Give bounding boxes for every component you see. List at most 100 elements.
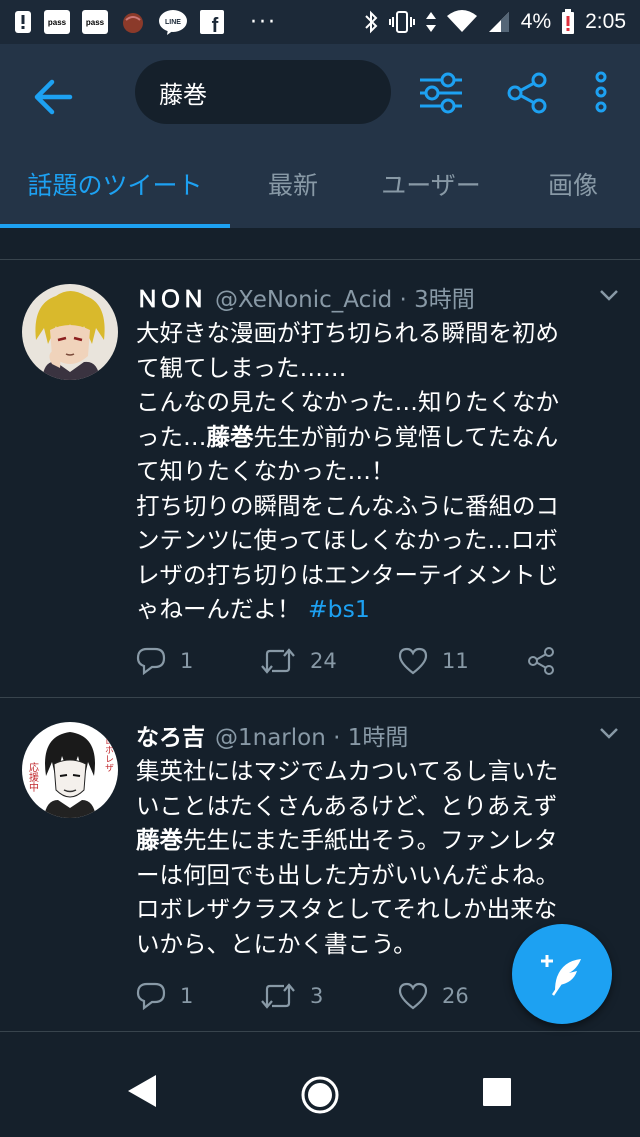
- search-query-text: 藤巻: [159, 80, 207, 109]
- tweet-author-handle: @1narlon · 1時間: [215, 725, 409, 751]
- back-arrow-icon: [34, 79, 73, 115]
- reply-count: 1: [180, 649, 194, 673]
- nav-home-button[interactable]: [300, 1075, 340, 1119]
- tab-users[interactable]: ユーザー: [356, 140, 506, 228]
- data-arrows-icon: [425, 10, 437, 34]
- retweet-button[interactable]: 24: [260, 647, 337, 675]
- compose-tweet-button[interactable]: [512, 924, 612, 1024]
- line-icon: LINE: [158, 10, 188, 35]
- tweet-text-line: ロボレザクラスタとしてそれしか出来な: [136, 895, 558, 923]
- tweet-actions: 1 24 11: [136, 641, 620, 681]
- share-search-button[interactable]: [506, 72, 548, 114]
- reply-button[interactable]: 1: [136, 647, 193, 675]
- chestnut-icon: [120, 10, 146, 34]
- reply-icon: [136, 647, 166, 675]
- tweet-text: 大好きな漫画が打ち切られる瞬間を初め て観てしまった…… こんなの見たくなかった…知…: [136, 316, 620, 627]
- tweet-author-name[interactable]: ＮＯＮ: [136, 280, 205, 314]
- status-bar-system: 4% 2:05: [363, 9, 626, 34]
- tweet-header: ＮＯＮ @XeNonic_Acid · 3時間: [136, 280, 620, 314]
- tweet-text-line: て知りたくなかった…！: [136, 457, 395, 485]
- tweet-text-line: 先生が前から覚悟してたなん: [253, 422, 559, 451]
- tweet-keyword-highlight: 藤巻: [136, 826, 183, 854]
- vibrate-icon: [388, 10, 415, 34]
- search-filter-button[interactable]: [418, 72, 464, 114]
- like-count: 11: [442, 649, 469, 673]
- tab-latest[interactable]: 最新: [230, 140, 356, 228]
- tweet-header: なろ吉 @1narlon · 1時間: [136, 718, 620, 752]
- timeline-top-spacer: [0, 228, 640, 260]
- wifi-icon: [446, 10, 477, 34]
- more-vertical-icon: [595, 71, 607, 113]
- more-options-button[interactable]: [586, 70, 616, 116]
- tweet-text-line: こんなの見たくなかった…知りたくなか: [136, 388, 559, 416]
- retweet-count: 24: [310, 649, 337, 673]
- tweet-text-line: 先生にまた手紙出そう。ファンレタ: [183, 826, 558, 854]
- nav-recents-icon: [483, 1078, 511, 1106]
- nav-back-button[interactable]: [126, 1073, 158, 1113]
- tweet-text-line: 大好きな漫画が打ち切られる瞬間を初め: [136, 319, 559, 347]
- tweet-text-line: った…: [136, 422, 207, 451]
- clock: 2:05: [585, 10, 626, 33]
- line-icon-label: LINE: [165, 19, 181, 26]
- reply-button[interactable]: 1: [136, 982, 193, 1010]
- avatar[interactable]: 応援中 ロボレザ: [22, 722, 118, 818]
- like-button[interactable]: 11: [398, 647, 469, 675]
- tweet-text-line: て観てしまった……: [136, 353, 347, 382]
- retweet-button[interactable]: 3: [260, 982, 323, 1010]
- nav-back-icon: [128, 1075, 156, 1107]
- chevron-down-icon[interactable]: [598, 724, 620, 742]
- tweet-text-line: 打ち切りの瞬間をこんなふうに番組のコ: [136, 491, 559, 520]
- compose-feather-icon: [541, 955, 581, 996]
- more-notifications-dots: ···: [250, 9, 277, 35]
- tweet-text-line: ゃねーんだよ！: [136, 595, 308, 623]
- battery-percent: 4%: [520, 10, 552, 33]
- tweet-author-handle: @XeNonic_Acid · 3時間: [215, 287, 475, 313]
- like-heart-icon: [398, 982, 428, 1010]
- tweet-text-line: レザの打ち切りはエンターテイメントじ: [136, 560, 559, 589]
- tweet-text-line: いから、とにかく書こう。: [136, 929, 417, 958]
- retweet-count: 3: [310, 984, 324, 1008]
- tweet-author-name[interactable]: なろ吉: [136, 718, 205, 752]
- like-button[interactable]: 26: [398, 982, 469, 1010]
- tweet-body: ＮＯＮ @XeNonic_Acid · 3時間 大好きな漫画が打ち切られる瞬間を…: [136, 280, 620, 627]
- facebook-icon-label: f: [212, 15, 219, 34]
- retweet-icon: [261, 983, 295, 1009]
- reply-count: 1: [180, 984, 194, 1008]
- share-icon: [528, 647, 554, 675]
- chevron-down-icon[interactable]: [598, 286, 620, 304]
- tab-images[interactable]: 画像: [506, 140, 640, 228]
- status-bar-notifications: pass pass LINE f ···: [14, 10, 277, 35]
- filter-sliders-icon: [420, 72, 462, 114]
- avatar[interactable]: [22, 284, 118, 380]
- back-button[interactable]: [30, 74, 76, 120]
- pass-icon: pass: [44, 10, 70, 34]
- tweet-text-line: ーは何回でも出した方がいいんだよね。: [136, 860, 559, 889]
- tweet-text-line: いことはたくさんあるけど、とりあえず: [136, 791, 558, 820]
- tab-top-tweets[interactable]: 話題のツイート: [0, 140, 230, 228]
- tweet-body: なろ吉 @1narlon · 1時間 集英社にはマジでムカついてるし言いた いこと…: [136, 718, 620, 961]
- system-nav-bar: [0, 1041, 640, 1137]
- search-tabs: 話題のツイート 最新 ユーザー 画像: [0, 140, 640, 228]
- like-count: 26: [442, 984, 469, 1008]
- reply-icon: [136, 982, 166, 1010]
- retweet-icon: [261, 648, 295, 674]
- app-bar: 藤巻: [0, 44, 640, 140]
- facebook-icon: f: [200, 10, 224, 34]
- share-tweet-button[interactable]: [526, 646, 570, 676]
- like-heart-icon: [398, 647, 428, 675]
- tweet-text-line: 集英社にはマジでムカついてるし言いた: [136, 757, 559, 785]
- bluetooth-icon: [363, 10, 379, 34]
- share-icon: [507, 72, 547, 114]
- tweet-text-line: ンテンツに使ってほしくなかった…ロボ: [136, 526, 558, 554]
- tweet-keyword-highlight: 藤巻: [206, 422, 254, 451]
- tweet-card[interactable]: ＮＯＮ @XeNonic_Acid · 3時間 大好きな漫画が打ち切られる瞬間を…: [0, 260, 640, 698]
- alert-icon: [14, 10, 32, 34]
- nav-home-icon: [301, 1076, 339, 1114]
- avatar-badge-text: ロボレザ: [103, 736, 114, 772]
- nav-recents-button[interactable]: [482, 1077, 512, 1111]
- battery-low-icon: [561, 9, 575, 34]
- avatar-badge-text: 応援中: [27, 761, 39, 793]
- hashtag-link[interactable]: #bs1: [308, 595, 370, 623]
- status-bar: pass pass LINE f ··· 4% 2:05: [0, 0, 640, 44]
- search-input[interactable]: 藤巻: [135, 60, 391, 124]
